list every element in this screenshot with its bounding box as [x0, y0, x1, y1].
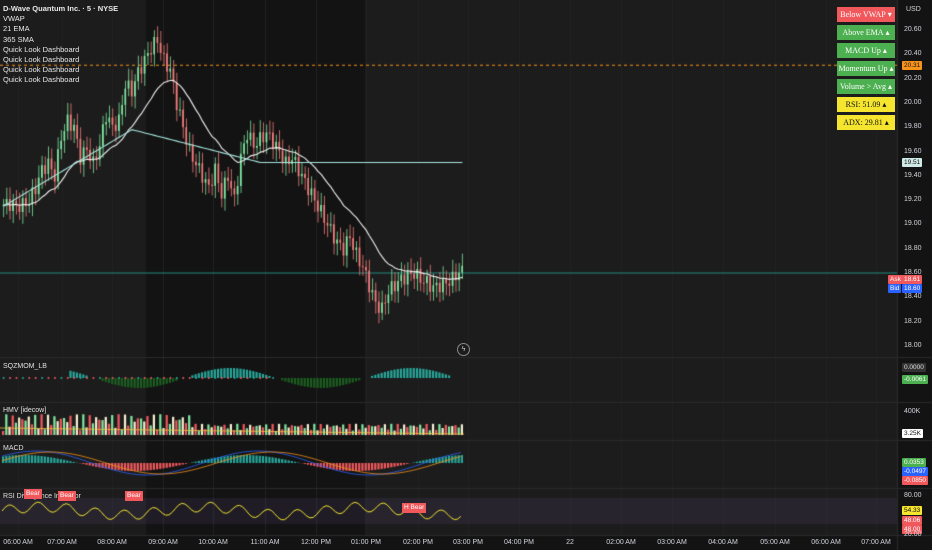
macd-value-2: -0.0497 — [902, 467, 929, 476]
price-axis-label: 19.60 — [904, 147, 922, 155]
bid-label: Bid — [888, 284, 902, 293]
currency-label[interactable]: USD — [906, 6, 921, 13]
price-axis-label: 20.60 — [904, 26, 922, 33]
price-axis-label: 18.80 — [904, 244, 922, 252]
time-axis-label: 01:00 PM — [351, 539, 381, 546]
price-axis-label: 20.00 — [904, 98, 922, 106]
legend-ema[interactable]: 21 EMA — [3, 24, 118, 34]
time-axis-label: 06:00 AM — [811, 539, 841, 546]
squeeze-value-2: -0.0061 — [902, 375, 929, 384]
time-axis-label: 02:00 PM — [403, 539, 433, 546]
legend-dashboard-2[interactable]: Quick Look Dashboard — [3, 55, 118, 65]
lightning-icon[interactable]: ϟ — [457, 343, 470, 356]
rsi-value-2: 48.06 — [902, 516, 923, 525]
macd-value-3: -0.0850 — [902, 476, 929, 485]
time-axis-label: 07:00 AM — [47, 539, 77, 546]
rsi-bear-signal-3: Bear — [125, 491, 143, 501]
price-axis-label: 18.20 — [904, 317, 922, 325]
bid-value-tag: 18.60 — [902, 284, 923, 293]
price-axis-label: 18.40 — [904, 293, 922, 301]
dashed-level-tag: 20.31 — [902, 61, 923, 70]
dashboard-macd-status: MACD Up ▴ — [837, 43, 895, 58]
dashboard-volume-status: Volume > Avg ▴ — [837, 79, 895, 94]
time-axis-label: 09:00 AM — [148, 539, 178, 546]
price-axis-label: 19.20 — [904, 196, 922, 204]
time-axis-label: 04:00 AM — [708, 539, 738, 546]
squeeze-pane-label[interactable]: SQZMOM_LB — [3, 363, 47, 370]
volume-value-tag: 3.25K — [902, 429, 923, 438]
price-axis-label: 19.80 — [904, 123, 922, 131]
time-axis-label: 06:00 AM — [3, 539, 33, 546]
dashboard-vwap-status: Below VWAP ▾ — [837, 7, 895, 22]
price-axis-label: 19.00 — [904, 220, 922, 228]
squeeze-value-1: 0.0000 — [902, 363, 926, 372]
price-axis-label: 19.40 — [904, 171, 922, 179]
ask-label: Ask — [888, 275, 903, 284]
legend-sma[interactable]: 365 SMA — [3, 35, 118, 45]
rsi-hidden-bear-signal: H Bear — [402, 503, 427, 513]
time-axis-label: 12:00 PM — [301, 539, 331, 546]
macd-value-1: 0.0353 — [902, 458, 926, 467]
time-axis-label: 03:00 AM — [657, 539, 687, 546]
sma-value-tag: 19.51 — [902, 158, 923, 167]
time-axis-label: 05:00 AM — [760, 539, 790, 546]
time-axis-label: 10:00 AM — [198, 539, 228, 546]
price-axis-label: 20.40 — [904, 50, 922, 58]
price-axis-label: 20.20 — [904, 74, 922, 82]
dashboard-ema-status: Above EMA ▴ — [837, 25, 895, 40]
volume-axis-label: 400K — [904, 408, 921, 415]
price-axis-label: 18.00 — [904, 341, 922, 349]
time-axis-label: 08:00 AM — [97, 539, 127, 546]
time-axis-label: 03:00 PM — [453, 539, 483, 546]
rsi-bear-signal-1: Bear — [24, 489, 42, 499]
dashboard-rsi-value: RSI: 51.09 ▴ — [837, 97, 895, 112]
chart-title: D-Wave Quantum Inc. · 5 · NYSE — [3, 4, 119, 13]
rsi-axis-20: 20.00 — [904, 531, 922, 538]
rsi-bear-signal-2: Bear — [58, 491, 76, 501]
macd-pane-label[interactable]: MACD — [3, 445, 24, 452]
ask-value-tag: 18.61 — [902, 275, 923, 284]
legend-vwap[interactable]: VWAP — [3, 14, 118, 24]
volume-pane-label[interactable]: HMV [idecow] — [3, 407, 46, 414]
dashboard-momentum-status: Momentum Up ▴ — [837, 61, 895, 76]
indicator-legend: D-Wave Quantum Inc. · 5 · NYSE VWAP 21 E… — [3, 4, 118, 86]
time-axis-label: 07:00 AM — [861, 539, 891, 546]
legend-dashboard-3[interactable]: Quick Look Dashboard — [3, 65, 118, 75]
time-axis-label: 22 — [566, 539, 574, 546]
dashboard-adx-value: ADX: 29.81 ▴ — [837, 115, 895, 130]
legend-dashboard-1[interactable]: Quick Look Dashboard — [3, 45, 118, 55]
time-axis-label: 02:00 AM — [606, 539, 636, 546]
quick-look-dashboard: Below VWAP ▾ Above EMA ▴ MACD Up ▴ Momen… — [837, 7, 895, 130]
price-chart-canvas[interactable] — [0, 0, 932, 550]
legend-dashboard-4[interactable]: Quick Look Dashboard — [3, 75, 118, 85]
rsi-axis-80: 80.00 — [904, 492, 922, 499]
rsi-value-1: 54.33 — [902, 506, 923, 515]
time-axis-label: 11:00 AM — [250, 539, 280, 546]
time-axis-label: 04:00 PM — [504, 539, 534, 546]
